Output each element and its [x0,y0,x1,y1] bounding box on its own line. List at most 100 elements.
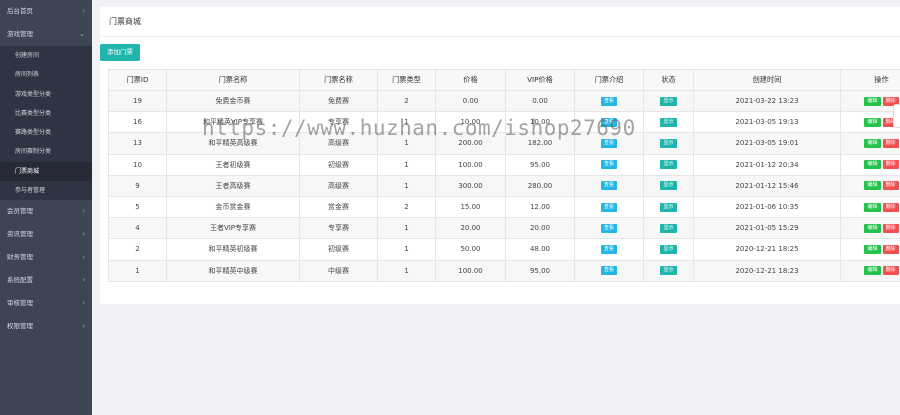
sub-item-create-room[interactable]: 创建房间 [0,46,92,65]
edit-button[interactable]: 编辑 [864,96,881,106]
view-button[interactable]: 查看 [600,244,617,254]
col-ticket-category: 门票名称 [299,69,378,91]
cell-intro: 查看 [574,259,644,282]
nav-home[interactable]: 后台首页 › [0,0,92,23]
cell-name: 王者高级赛 [166,174,300,197]
cell-name: 王者VIP专享赛 [166,217,300,240]
add-ticket-button[interactable]: 添加门票 [100,44,140,61]
table-row: 16 和平精英VIP专享赛 专享赛 1 10.00 10.00 查看 显示 20… [108,111,900,134]
nav-system-config[interactable]: 系统配置 › [0,269,92,292]
cell-created: 2021-03-05 19:01 [693,132,841,155]
status-show-badge[interactable]: 显示 [660,223,677,233]
edit-button[interactable]: 编辑 [864,181,881,191]
view-button[interactable]: 查看 [600,160,617,170]
cell-name: 免费金币赛 [166,89,300,113]
cell-created: 2020-12-21 18:25 [693,238,841,261]
table-row: 13 和平精英高级赛 高级赛 1 200.00 182.00 查看 显示 202… [108,132,900,155]
edit-button[interactable]: 编辑 [864,138,881,148]
cell-price: 10.00 [435,111,506,134]
view-button[interactable]: 查看 [600,117,617,127]
sub-item-room-format[interactable]: 房间赛制分类 [0,142,92,161]
status-show-badge[interactable]: 显示 [660,244,677,254]
nav-review-management[interactable]: 审核管理 › [0,292,92,315]
delete-button[interactable]: 删除 [882,266,899,276]
cell-price: 200.00 [435,132,506,155]
edit-button[interactable]: 编辑 [864,160,881,170]
delete-button[interactable]: 删除 [882,244,899,254]
edit-button[interactable]: 编辑 [864,244,881,254]
cell-created: 2021-01-05 15:29 [693,217,841,240]
sub-item-match-type[interactable]: 比赛类型分类 [0,104,92,123]
cell-status: 显示 [643,238,694,261]
nav-game-management-label: 游戏管理 [7,30,33,38]
cell-name: 王者初级赛 [166,153,300,176]
cell-id: 5 [108,195,167,219]
nav-review-label: 审核管理 [7,299,33,308]
nav-news-management[interactable]: 资讯管理 › [0,223,92,246]
nav-finance-management[interactable]: 财务管理 › [0,246,92,269]
cell-status: 显示 [643,153,694,176]
col-vip-price: VIP价格 [505,69,575,91]
view-button[interactable]: 查看 [600,266,617,276]
cell-id: 16 [108,111,167,134]
sub-item-game-type[interactable]: 游戏类型分类 [0,85,92,104]
status-show-badge[interactable]: 显示 [660,202,677,212]
cell-type: 1 [377,153,436,176]
view-button[interactable]: 查看 [600,223,617,233]
delete-button[interactable]: 删除 [882,223,899,233]
cell-created: 2021-01-06 10:35 [693,195,841,219]
cell-actions: 编辑 删除 [840,259,900,282]
sub-item-route-type[interactable]: 赛路类型分类 [0,123,92,142]
view-button[interactable]: 查看 [600,181,617,191]
cell-intro: 查看 [574,132,644,155]
status-show-badge[interactable]: 显示 [660,266,677,276]
cell-category: 免费赛 [299,89,378,113]
edit-button[interactable]: 编辑 [864,117,881,127]
cell-created: 2021-03-05 19:13 [693,111,841,134]
cell-category: 高级赛 [299,132,378,155]
chevron-right-icon: › [82,207,85,216]
status-show-badge[interactable]: 显示 [660,117,677,127]
nav-permission-management[interactable]: 权限管理 › [0,315,92,338]
delete-button[interactable]: 删除 [882,202,899,212]
cell-vip-price: 95.00 [505,259,575,282]
view-button[interactable]: 查看 [600,96,617,106]
status-show-badge[interactable]: 显示 [660,181,677,191]
table-row: 5 金币赏金赛 赏金赛 2 15.00 12.00 查看 显示 2021-01-… [108,195,900,219]
view-button[interactable]: 查看 [600,202,617,212]
sub-item-participants[interactable]: 参与者管理 [0,181,92,200]
chevron-down-icon: ⌄ [79,30,85,38]
delete-button[interactable]: 删除 [882,181,899,191]
nav-system-label: 系统配置 [7,276,33,285]
cell-actions: 编辑 删除 [840,89,900,113]
edit-button[interactable]: 编辑 [864,202,881,212]
status-show-badge[interactable]: 显示 [660,96,677,106]
sub-item-room-list[interactable]: 房间列表 [0,65,92,84]
cell-name: 和平精英中级赛 [166,259,300,282]
delete-button[interactable]: 删除 [882,138,899,148]
delete-button[interactable]: 删除 [882,160,899,170]
cell-name: 和平精英高级赛 [166,132,300,155]
edit-button[interactable]: 编辑 [864,266,881,276]
cell-intro: 查看 [574,174,644,197]
cell-type: 1 [377,238,436,261]
cell-status: 显示 [643,111,694,134]
side-drawer-handle[interactable] [893,104,900,128]
nav-member-management[interactable]: 会员管理 › [0,200,92,223]
sub-item-ticket-shop[interactable]: 门票商城 [0,161,92,182]
cell-id: 19 [108,89,167,113]
chevron-right-icon: › [82,7,85,15]
view-button[interactable]: 查看 [600,138,617,148]
nav-game-management[interactable]: 游戏管理 ⌄ [0,23,92,46]
edit-button[interactable]: 编辑 [864,223,881,233]
cell-category: 高级赛 [299,174,378,197]
cell-created: 2021-01-12 20:34 [693,153,841,176]
cell-vip-price: 182.00 [505,132,575,155]
nav-permission-label: 权限管理 [7,322,33,331]
col-ticket-type: 门票类型 [377,69,436,91]
chevron-right-icon: › [82,230,85,239]
status-show-badge[interactable]: 显示 [660,160,677,170]
cell-name: 和平精英VIP专享赛 [166,111,300,134]
cell-price: 15.00 [435,195,506,219]
status-show-badge[interactable]: 显示 [660,138,677,148]
